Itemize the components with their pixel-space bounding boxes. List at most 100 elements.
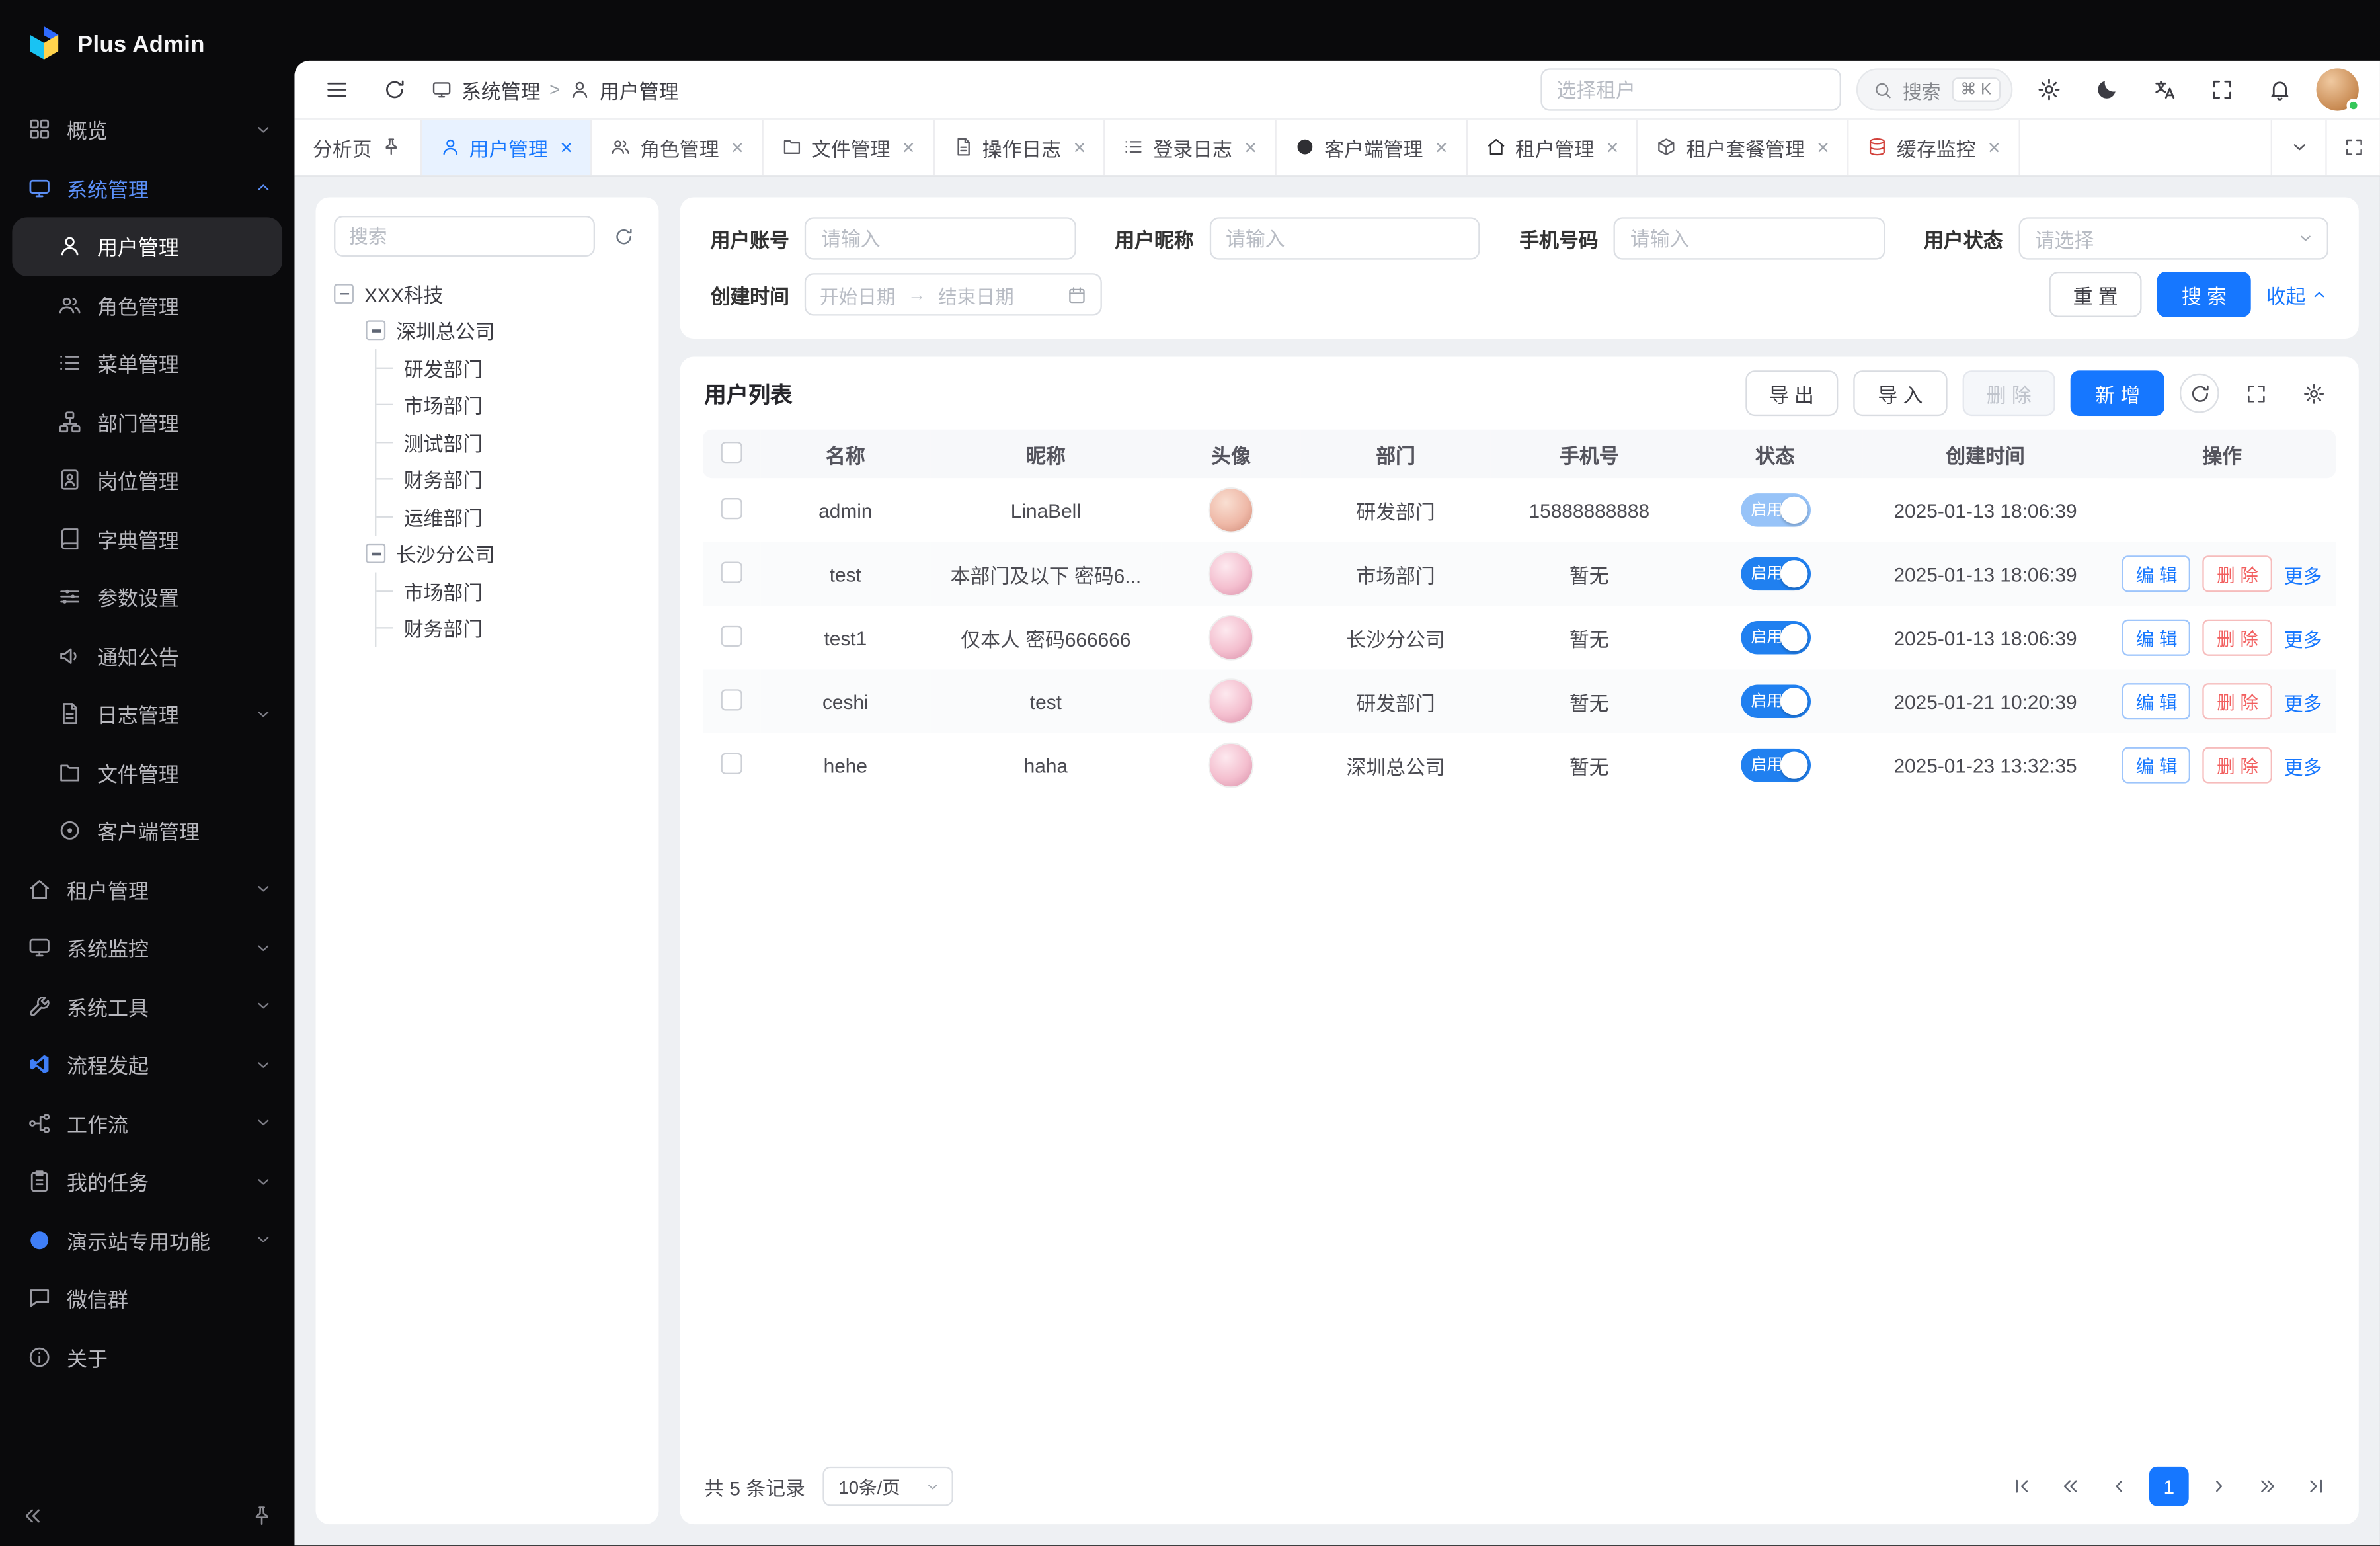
tree-node-leaf[interactable]: 财务部门 xyxy=(376,461,640,498)
next-page-button[interactable] xyxy=(2201,1468,2237,1504)
close-tab-icon[interactable]: × xyxy=(560,137,573,158)
edit-button[interactable]: 编 辑 xyxy=(2122,620,2191,656)
tab-operation-log[interactable]: 操作日志× xyxy=(934,120,1105,175)
tree-search-input[interactable] xyxy=(334,216,595,257)
tab-cache-monitor[interactable]: 缓存监控× xyxy=(1849,120,2020,175)
fast-next-button[interactable] xyxy=(2250,1468,2286,1504)
status-toggle[interactable]: 启用 xyxy=(1740,621,1810,655)
delete-row-button[interactable]: 删 除 xyxy=(2203,555,2272,592)
sidebar-item-wechat-group[interactable]: 微信群 xyxy=(0,1269,294,1327)
prev-page-button[interactable] xyxy=(2101,1468,2137,1504)
export-button[interactable]: 导 出 xyxy=(1745,370,1838,416)
status-toggle[interactable]: 启用 xyxy=(1740,684,1810,718)
tab-tenant-management[interactable]: 租户管理× xyxy=(1468,120,1639,175)
edit-button[interactable]: 编 辑 xyxy=(2122,683,2191,719)
sidebar-item-post-management[interactable]: 岗位管理 xyxy=(0,451,294,509)
edit-button[interactable]: 编 辑 xyxy=(2122,555,2191,592)
tree-refresh-icon[interactable] xyxy=(607,220,641,253)
collapse-node-icon[interactable] xyxy=(366,544,385,564)
tree-node-leaf[interactable]: 测试部门 xyxy=(376,424,640,461)
refresh-page-icon[interactable] xyxy=(374,68,416,110)
sidebar-item-about[interactable]: 关于 xyxy=(0,1328,294,1386)
sidebar-item-system-monitor[interactable]: 系统监控 xyxy=(0,918,294,977)
row-checkbox[interactable] xyxy=(721,625,742,646)
tree-node-leaf[interactable]: 财务部门 xyxy=(376,610,640,647)
translate-icon[interactable] xyxy=(2143,68,2186,110)
tree-node-branch[interactable]: 长沙分公司 xyxy=(366,535,641,572)
sidebar-item-user-management[interactable]: 用户管理 xyxy=(12,217,282,275)
status-toggle[interactable]: 启用 xyxy=(1740,749,1810,782)
import-button[interactable]: 导 入 xyxy=(1854,370,1947,416)
app-logo[interactable]: Plus Admin xyxy=(0,0,294,88)
notifications-bell-icon[interactable] xyxy=(2258,68,2301,110)
phone-input[interactable] xyxy=(1614,217,1885,259)
reset-button[interactable]: 重 置 xyxy=(2049,272,2142,317)
more-link[interactable]: 更多 xyxy=(2284,559,2322,589)
tree-node-leaf[interactable]: 运维部门 xyxy=(376,498,640,535)
tenant-select-input[interactable] xyxy=(1540,68,1841,110)
sidebar-item-tenant-management[interactable]: 租户管理 xyxy=(0,860,294,918)
row-checkbox[interactable] xyxy=(721,688,742,710)
sidebar-item-process-start[interactable]: 流程发起 xyxy=(0,1036,294,1094)
account-input[interactable] xyxy=(805,217,1076,259)
delete-row-button[interactable]: 删 除 xyxy=(2203,683,2272,719)
more-link[interactable]: 更多 xyxy=(2284,687,2322,716)
sidebar-item-my-tasks[interactable]: 我的任务 xyxy=(0,1153,294,1211)
close-tab-icon[interactable]: × xyxy=(731,137,744,158)
close-tab-icon[interactable]: × xyxy=(902,137,915,158)
global-search-button[interactable]: 搜索 ⌘ K xyxy=(1856,68,2012,110)
settings-gear-icon[interactable] xyxy=(2028,68,2070,110)
tree-node-leaf[interactable]: 市场部门 xyxy=(376,573,640,610)
delete-row-button[interactable]: 删 除 xyxy=(2203,747,2272,784)
sidebar-pin-icon[interactable] xyxy=(251,1504,273,1526)
close-tab-icon[interactable]: × xyxy=(1988,137,2001,158)
page-number-button[interactable]: 1 xyxy=(2149,1467,2189,1506)
sidebar-item-overview[interactable]: 概览 xyxy=(0,101,294,159)
close-tab-icon[interactable]: × xyxy=(1606,137,1619,158)
sidebar-item-file-management[interactable]: 文件管理 xyxy=(0,743,294,801)
collapse-sidebar-icon[interactable] xyxy=(21,1504,44,1526)
date-range-picker[interactable]: 开始日期 → 结束日期 xyxy=(805,273,1102,315)
last-page-button[interactable] xyxy=(2298,1468,2334,1504)
row-checkbox[interactable] xyxy=(721,753,742,774)
tree-node-leaf[interactable]: 市场部门 xyxy=(376,386,640,423)
fast-prev-button[interactable] xyxy=(2052,1468,2088,1504)
collapse-node-icon[interactable] xyxy=(334,284,354,304)
tab-tenant-package[interactable]: 租户套餐管理× xyxy=(1638,120,1848,175)
status-toggle[interactable]: 启用 xyxy=(1740,493,1810,527)
sidebar-item-menu-management[interactable]: 菜单管理 xyxy=(0,334,294,392)
more-link[interactable]: 更多 xyxy=(2284,751,2322,780)
search-button[interactable]: 搜 索 xyxy=(2157,272,2250,317)
content-fullscreen-icon[interactable] xyxy=(2325,120,2380,175)
sidebar-item-notice[interactable]: 通知公告 xyxy=(0,626,294,684)
sidebar-item-log-management[interactable]: 日志管理 xyxy=(0,684,294,743)
tab-user-management[interactable]: 用户管理× xyxy=(421,120,592,175)
status-select[interactable]: 请选择 xyxy=(2018,217,2328,259)
tree-node-leaf[interactable]: 研发部门 xyxy=(376,349,640,386)
tab-role-management[interactable]: 角色管理× xyxy=(592,120,764,175)
breadcrumb-root[interactable]: 系统管理 xyxy=(461,75,540,104)
tree-node-root[interactable]: XXX科技 xyxy=(334,275,641,312)
collapse-filters-link[interactable]: 收起 xyxy=(2266,280,2328,309)
select-all-checkbox[interactable] xyxy=(721,441,742,462)
close-tab-icon[interactable]: × xyxy=(1435,137,1448,158)
table-refresh-icon[interactable] xyxy=(2180,374,2219,413)
dark-mode-moon-icon[interactable] xyxy=(2086,68,2128,110)
page-size-select[interactable]: 10条/页 xyxy=(823,1467,953,1506)
sidebar-item-demo-features[interactable]: 演示站专用功能 xyxy=(0,1211,294,1269)
row-checkbox[interactable] xyxy=(721,497,742,518)
sidebar-item-role-management[interactable]: 角色管理 xyxy=(0,276,294,334)
sidebar-item-client-management[interactable]: 客户端管理 xyxy=(0,801,294,860)
delete-button[interactable]: 删 除 xyxy=(1962,370,2055,416)
sidebar-item-dept-management[interactable]: 部门管理 xyxy=(0,392,294,450)
tab-login-log[interactable]: 登录日志× xyxy=(1105,120,1277,175)
close-tab-icon[interactable]: × xyxy=(1244,137,1257,158)
add-button[interactable]: 新 增 xyxy=(2071,370,2164,416)
close-tab-icon[interactable]: × xyxy=(1817,137,1829,158)
edit-button[interactable]: 编 辑 xyxy=(2122,747,2191,784)
sidebar-item-workflow[interactable]: 工作流 xyxy=(0,1094,294,1152)
fullscreen-icon[interactable] xyxy=(2201,68,2243,110)
hamburger-menu-icon[interactable] xyxy=(316,68,358,110)
first-page-button[interactable] xyxy=(2004,1468,2040,1504)
tab-file-management[interactable]: 文件管理× xyxy=(764,120,935,175)
